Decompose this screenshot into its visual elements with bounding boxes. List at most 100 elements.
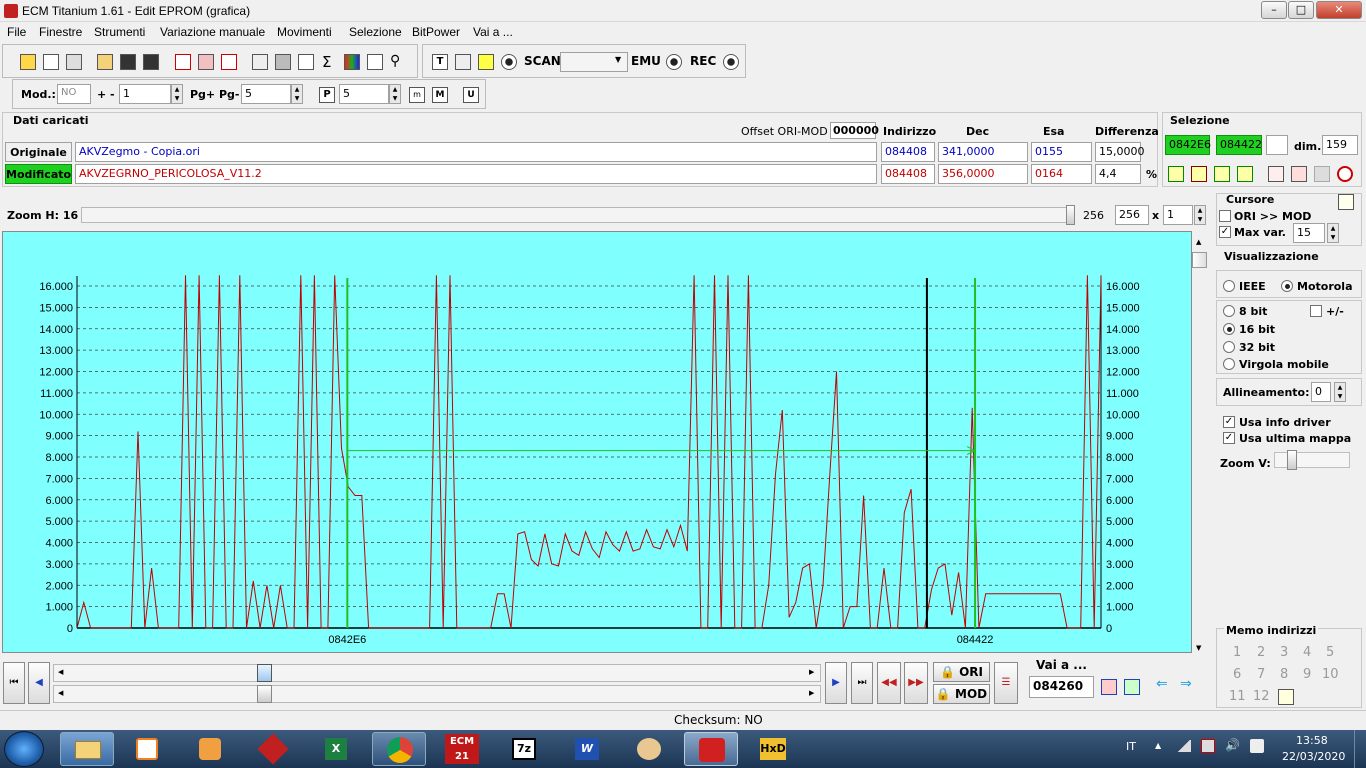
- memo-10[interactable]: 10: [1322, 667, 1339, 682]
- show-desktop-button[interactable]: [1354, 730, 1366, 768]
- zoom-h-field[interactable]: 256: [1115, 205, 1149, 225]
- last-page-button[interactable]: ⏭: [851, 662, 873, 704]
- p-stepper[interactable]: ▲ ▼: [389, 84, 401, 104]
- memo-2[interactable]: 2: [1257, 645, 1265, 660]
- flag-button[interactable]: ☰: [994, 662, 1018, 704]
- home-icon[interactable]: [20, 54, 36, 70]
- zoom-mult-field[interactable]: 1: [1163, 205, 1193, 225]
- vai-a-field[interactable]: 084260: [1029, 676, 1094, 698]
- sel-reset-icon[interactable]: [1337, 166, 1353, 182]
- ecm-titanium-taskbar-icon[interactable]: [684, 732, 738, 766]
- lock-icon[interactable]: [455, 54, 471, 70]
- bit32-radio[interactable]: [1223, 341, 1235, 353]
- gem-taskbar-icon[interactable]: [246, 732, 300, 766]
- minimize-button[interactable]: –: [1261, 1, 1287, 19]
- mod-button[interactable]: 🔒 MOD: [933, 684, 990, 704]
- sel-copy-icon[interactable]: [1268, 166, 1284, 182]
- 7zip-taskbar-icon[interactable]: 7z: [497, 732, 551, 766]
- memo-7[interactable]: 7: [1257, 667, 1265, 682]
- memo-prev-icon[interactable]: ⇐: [1156, 676, 1168, 692]
- rec-dot-icon[interactable]: [723, 54, 739, 70]
- volume-icon[interactable]: 🔊: [1225, 738, 1240, 752]
- allin-stepper[interactable]: ▲ ▼: [1334, 382, 1346, 402]
- plusminus-checkbox[interactable]: [1310, 305, 1322, 317]
- explorer-taskbar-icon[interactable]: [60, 732, 114, 766]
- clock-time[interactable]: 13:58: [1296, 734, 1328, 747]
- memo-9[interactable]: 9: [1303, 667, 1311, 682]
- hscroll-top-right-icon[interactable]: ▶: [809, 668, 814, 676]
- zero-icon[interactable]: [221, 54, 237, 70]
- maximize-button[interactable]: □: [1288, 1, 1314, 19]
- runner-icon[interactable]: [478, 54, 494, 70]
- motorola-radio[interactable]: [1281, 280, 1293, 292]
- emu-dot-icon[interactable]: [666, 54, 682, 70]
- media-taskbar-icon[interactable]: [121, 732, 175, 766]
- close-button[interactable]: ✕: [1316, 1, 1362, 19]
- ori-button[interactable]: 🔒 ORI: [933, 662, 990, 682]
- hscroll-bottom-left-icon[interactable]: ◀: [58, 689, 63, 697]
- eprom-chart[interactable]: 0 0 1.000 1.000 2.000 2.000 3.000 3.000 4.000 4.0…: [2, 231, 1192, 653]
- windows-icon[interactable]: [43, 54, 59, 70]
- language-indicator[interactable]: IT: [1126, 740, 1136, 753]
- m-big-icon[interactable]: M: [432, 87, 448, 103]
- plusminus-field[interactable]: 1: [119, 84, 171, 104]
- m-small-icon[interactable]: m: [409, 87, 425, 103]
- hxd-taskbar-icon[interactable]: HxD: [746, 732, 800, 766]
- hscroll-top-thumb[interactable]: [257, 664, 272, 682]
- start-button[interactable]: [4, 731, 44, 767]
- hscroll-top[interactable]: [53, 664, 821, 682]
- scroll-up-icon[interactable]: ▲: [1196, 238, 1201, 246]
- menu-variazione[interactable]: Variazione manuale: [160, 25, 265, 39]
- virgola-radio[interactable]: [1223, 358, 1235, 370]
- ecm-taskbar-icon[interactable]: ECM 21: [435, 732, 489, 766]
- sel-disabled-icon[interactable]: [1314, 166, 1330, 182]
- sel-end-icon[interactable]: [1237, 166, 1253, 182]
- menu-bitpower[interactable]: BitPower: [412, 25, 460, 39]
- pg-field[interactable]: 5: [241, 84, 291, 104]
- menu-selezione[interactable]: Selezione: [349, 25, 402, 39]
- menu-finestre[interactable]: Finestre: [39, 25, 82, 39]
- zoom-mult-stepper[interactable]: ▲ ▼: [1194, 205, 1206, 225]
- next-button[interactable]: ▶: [825, 662, 847, 704]
- scroll-down-icon[interactable]: ▼: [1196, 644, 1201, 652]
- record-dot-icon[interactable]: [501, 54, 517, 70]
- memo-next-icon[interactable]: ⇒: [1180, 676, 1192, 692]
- sel-cross-icon[interactable]: [1191, 166, 1207, 182]
- sigma-icon[interactable]: Σ: [322, 53, 331, 71]
- word-taskbar-icon[interactable]: W: [560, 732, 614, 766]
- excel-taskbar-icon[interactable]: X: [309, 732, 363, 766]
- memo-8[interactable]: 8: [1280, 667, 1288, 682]
- memo-11[interactable]: 11: [1229, 689, 1246, 704]
- bit8-radio[interactable]: [1223, 305, 1235, 317]
- next-diff-button[interactable]: ▶▶: [904, 662, 928, 704]
- memo-4[interactable]: 4: [1303, 645, 1311, 660]
- signal-icon[interactable]: [1177, 740, 1191, 752]
- color-icon[interactable]: [344, 54, 360, 70]
- plusminus-stepper[interactable]: ▲ ▼: [171, 84, 183, 104]
- hscroll-top-left-icon[interactable]: ◀: [58, 668, 63, 676]
- bit16-radio[interactable]: [1223, 323, 1235, 335]
- vscroll-thumb[interactable]: [1192, 252, 1207, 268]
- memo-6[interactable]: 6: [1233, 667, 1241, 682]
- menu-movimenti[interactable]: Movimenti: [277, 25, 332, 39]
- prev-diff-button[interactable]: ◀◀: [877, 662, 901, 704]
- prev-button[interactable]: ◀: [28, 662, 50, 704]
- memo-1[interactable]: 1: [1233, 645, 1241, 660]
- tray-arrow-icon[interactable]: ▲: [1155, 741, 1161, 750]
- paint-taskbar-icon[interactable]: [622, 732, 676, 766]
- chart-vscroll[interactable]: ▲ ▼: [1192, 234, 1208, 654]
- max-var-stepper[interactable]: ▲ ▼: [1327, 223, 1339, 243]
- max-var-checkbox[interactable]: ✓: [1219, 226, 1231, 238]
- zoom-h-track[interactable]: [81, 207, 1075, 223]
- goto-ori-icon[interactable]: [1101, 679, 1117, 695]
- sel-paste-icon[interactable]: [1291, 166, 1307, 182]
- sel-start-icon[interactable]: [1168, 166, 1184, 182]
- zoom-v-track[interactable]: [1274, 452, 1350, 468]
- goto-mod-icon[interactable]: [1124, 679, 1140, 695]
- save-icon[interactable]: [120, 54, 136, 70]
- sel-hi-icon[interactable]: [1214, 166, 1230, 182]
- graph-icon[interactable]: [298, 54, 314, 70]
- memo-5[interactable]: 5: [1326, 645, 1334, 660]
- hscroll-bottom-thumb[interactable]: [257, 685, 272, 703]
- cursor-lock-icon[interactable]: [1338, 194, 1354, 210]
